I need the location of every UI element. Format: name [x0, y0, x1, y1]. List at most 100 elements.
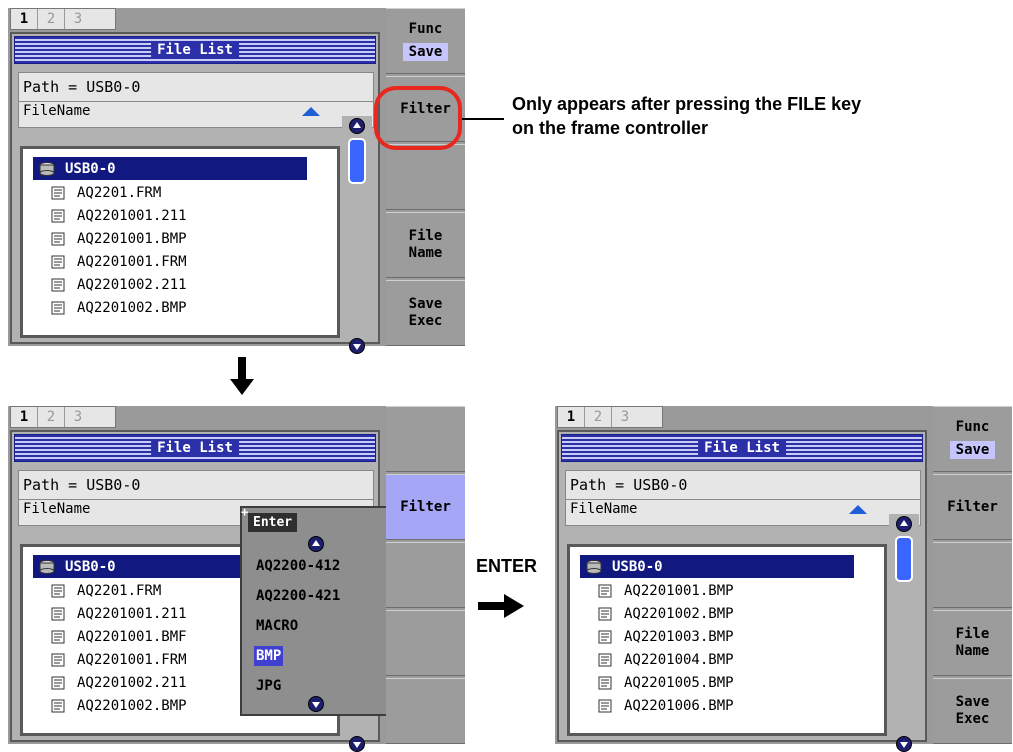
- filename-column-header[interactable]: FileName: [570, 501, 637, 517]
- blank-softkey[interactable]: [386, 678, 465, 744]
- list-item-label: AQ2201001.BMP: [624, 582, 734, 599]
- file-icon: [51, 209, 65, 222]
- dropdown-option[interactable]: AQ2200-421: [254, 586, 342, 606]
- tab-2[interactable]: 2: [38, 9, 65, 29]
- filename-column-header[interactable]: FileName: [23, 103, 90, 119]
- list-item[interactable]: AQ2201002.211: [51, 273, 187, 296]
- list-item[interactable]: AQ2201003.BMP: [598, 625, 734, 648]
- dropdown-option[interactable]: MACRO: [254, 616, 300, 636]
- filter-dropdown[interactable]: + Enter AQ2200-412 AQ2200-421 MACRO BMP …: [240, 505, 392, 716]
- file-icon: [598, 607, 612, 620]
- tab-1[interactable]: 1: [11, 9, 38, 29]
- list-item[interactable]: AQ2201002.BMP: [51, 694, 187, 717]
- dropdown-option[interactable]: AQ2200-412: [254, 556, 342, 576]
- softkey-label: File: [408, 228, 443, 244]
- file-name-softkey[interactable]: File Name: [386, 212, 465, 278]
- scroll-up-icon[interactable]: [308, 536, 324, 552]
- tab-2[interactable]: 2: [585, 407, 612, 427]
- tab-3[interactable]: 3: [612, 407, 638, 427]
- list-item[interactable]: AQ2201001.BMP: [598, 579, 734, 602]
- scroll-thumb[interactable]: [895, 536, 913, 582]
- softkey-label: Func: [955, 419, 990, 435]
- window-title: File List: [151, 439, 239, 457]
- list-item-root[interactable]: USB0-0: [580, 555, 854, 578]
- sort-arrow-up-icon[interactable]: [302, 107, 320, 116]
- path-divider: [19, 499, 373, 500]
- func-save-softkey[interactable]: Func Save: [933, 406, 1012, 472]
- softkey-label: Exec: [408, 313, 443, 329]
- filter-softkey[interactable]: Filter: [933, 474, 1012, 540]
- page-tabs: 1 2 3: [557, 406, 663, 428]
- scroll-up-icon[interactable]: [896, 516, 912, 532]
- blank-softkey[interactable]: [386, 144, 465, 210]
- path-box: Path = USB0-0 FileName: [565, 470, 921, 526]
- list-item[interactable]: AQ2201002.BMP: [598, 602, 734, 625]
- list-item[interactable]: AQ2201006.BMP: [598, 694, 734, 717]
- func-save-softkey[interactable]: Func Save: [386, 8, 465, 74]
- list-item-root[interactable]: USB0-0: [33, 157, 307, 180]
- callout-circle: [374, 86, 462, 150]
- file-name-softkey[interactable]: File Name: [933, 610, 1012, 676]
- softkey-label: Name: [408, 245, 443, 261]
- tab-3[interactable]: 3: [65, 9, 91, 29]
- file-list-window: File List Path = USB0-0 FileName USB0-0 …: [10, 32, 380, 354]
- arrow-down-icon: [230, 357, 254, 395]
- save-mode-indicator: Save: [402, 43, 449, 61]
- file-icon: [51, 676, 65, 689]
- list-item-label: USB0-0: [65, 160, 116, 177]
- list-item[interactable]: AQ2201002.211: [51, 671, 187, 694]
- list-item[interactable]: AQ2201001.FRM: [51, 250, 187, 273]
- callout-line: [462, 118, 504, 120]
- scroll-down-icon[interactable]: [896, 736, 912, 752]
- list-item[interactable]: AQ2201005.BMP: [598, 671, 734, 694]
- file-icon: [51, 699, 65, 712]
- save-exec-softkey[interactable]: Save Exec: [386, 280, 465, 346]
- filter-softkey[interactable]: Filter: [386, 474, 465, 540]
- scroll-down-icon[interactable]: [349, 736, 365, 752]
- scroll-down-icon[interactable]: [349, 338, 365, 354]
- tab-2[interactable]: 2: [38, 407, 65, 427]
- filename-column-header[interactable]: FileName: [23, 501, 90, 517]
- list-item[interactable]: AQ2201.FRM: [51, 181, 161, 204]
- list-item[interactable]: AQ2201.FRM: [51, 579, 161, 602]
- list-item[interactable]: AQ2201004.BMP: [598, 648, 734, 671]
- file-icon: [598, 653, 612, 666]
- sort-arrow-up-icon[interactable]: [849, 505, 867, 514]
- list-item[interactable]: AQ2201001.211: [51, 602, 187, 625]
- path-text: Path = USB0-0: [23, 78, 141, 96]
- list-item-label: AQ2201.FRM: [77, 582, 162, 599]
- scroll-thumb[interactable]: [348, 138, 366, 184]
- scrollbar[interactable]: [889, 514, 919, 752]
- tab-1[interactable]: 1: [11, 407, 38, 427]
- softkey-label: Save: [955, 694, 990, 710]
- save-exec-softkey[interactable]: Save Exec: [933, 678, 1012, 744]
- file-icon: [598, 630, 612, 643]
- tab-3[interactable]: 3: [65, 407, 91, 427]
- file-list[interactable]: USB0-0 AQ2201001.BMP AQ2201002.BMP AQ220…: [567, 544, 887, 736]
- list-item[interactable]: AQ2201001.FRM: [51, 648, 187, 671]
- file-list[interactable]: USB0-0 AQ2201.FRM AQ2201001.211 AQ220100…: [20, 146, 340, 338]
- scroll-up-icon[interactable]: [349, 118, 365, 134]
- list-item-label: AQ2201.FRM: [77, 184, 162, 201]
- list-item-label: AQ2201003.BMP: [624, 628, 734, 645]
- list-item[interactable]: AQ2201001.BMP: [51, 227, 187, 250]
- blank-softkey[interactable]: [386, 542, 465, 608]
- list-item[interactable]: AQ2201001.BMF: [51, 625, 187, 648]
- blank-softkey[interactable]: [386, 406, 465, 472]
- enter-badge[interactable]: Enter: [248, 513, 298, 532]
- file-icon: [51, 186, 65, 199]
- softkey-label: Exec: [955, 711, 990, 727]
- blank-softkey[interactable]: [933, 542, 1012, 608]
- list-item[interactable]: AQ2201001.211: [51, 204, 187, 227]
- scroll-down-icon[interactable]: [308, 696, 324, 712]
- tab-1[interactable]: 1: [558, 407, 585, 427]
- file-icon: [51, 301, 65, 314]
- list-item[interactable]: AQ2201002.BMP: [51, 296, 187, 319]
- blank-softkey[interactable]: [386, 610, 465, 676]
- note-line: on the frame controller: [512, 118, 709, 138]
- dropdown-option[interactable]: JPG: [254, 676, 283, 696]
- callout-note: Only appears after pressing the FILE key…: [512, 92, 972, 140]
- list-item-label: AQ2201006.BMP: [624, 697, 734, 714]
- dropdown-option-selected[interactable]: BMP: [254, 646, 284, 666]
- scrollbar[interactable]: [342, 116, 372, 354]
